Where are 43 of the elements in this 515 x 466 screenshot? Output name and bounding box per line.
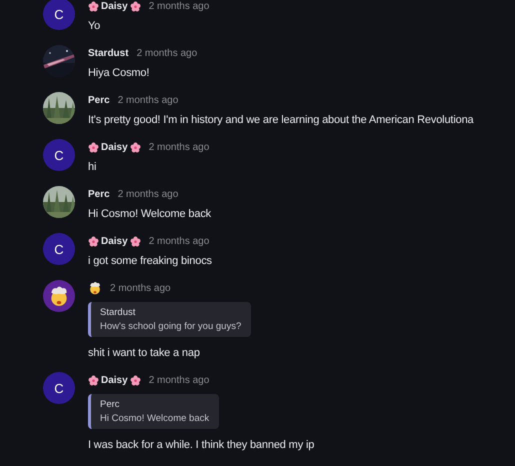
avatar[interactable]: C — [43, 233, 75, 265]
username[interactable]: Perc — [88, 188, 110, 200]
quoted-text: How's school going for you guys? — [100, 321, 242, 332]
avatar[interactable]: C — [43, 139, 75, 171]
flower-icon — [88, 236, 99, 246]
flower-icon — [88, 0, 99, 12]
username[interactable]: Daisy — [101, 236, 128, 246]
username[interactable]: Daisy — [101, 374, 128, 386]
username[interactable]: Stardust — [88, 48, 129, 58]
quoted-text: Hi Cosmo! Welcome back — [100, 413, 210, 424]
timestamp: 2 months ago — [148, 374, 210, 386]
quoted-author: Perc — [100, 399, 121, 410]
message-text: Hi Cosmo! Welcome back — [88, 207, 212, 222]
avatar[interactable]: C — [43, 0, 75, 30]
flower-icon — [88, 142, 99, 152]
timestamp: 2 months ago — [110, 282, 171, 294]
timestamp: 2 months ago — [148, 236, 210, 246]
timestamp: 2 months ago — [118, 94, 178, 106]
flower-icon — [130, 142, 141, 152]
flower-icon — [130, 374, 141, 386]
emoji-icon — [88, 281, 102, 295]
timestamp: 2 months ago — [118, 188, 178, 200]
message-text: hi — [88, 160, 98, 175]
avatar[interactable]: C — [43, 372, 75, 404]
username[interactable]: Daisy — [101, 142, 128, 152]
flower-icon — [130, 236, 141, 246]
reply-quote[interactable]: Perc Hi Cosmo! Welcome back — [88, 394, 220, 429]
message-text: Hiya Cosmo! — [88, 66, 150, 81]
flower-icon — [88, 374, 99, 386]
message-text: Yo — [88, 19, 102, 34]
timestamp: 2 months ago — [136, 48, 198, 58]
username[interactable]: Daisy — [101, 0, 128, 12]
timestamp: 2 months ago — [148, 0, 210, 12]
message-text: I was back for a while. I think they banned my ip — [88, 438, 314, 453]
timestamp: 2 months ago — [148, 142, 210, 152]
reply-quote[interactable]: Stardust How's school going for you guys? — [88, 302, 252, 337]
username[interactable]: Perc — [88, 94, 110, 106]
message-text: i got some freaking binocs — [88, 254, 212, 269]
flower-icon — [130, 0, 141, 12]
avatar[interactable] — [43, 280, 75, 312]
quoted-author: Stardust — [100, 307, 136, 318]
message-text: shit i want to take a nap — [88, 346, 201, 361]
message-text: It's pretty good! I'm in history and we are learning about the American Revolutiona — [88, 113, 474, 128]
